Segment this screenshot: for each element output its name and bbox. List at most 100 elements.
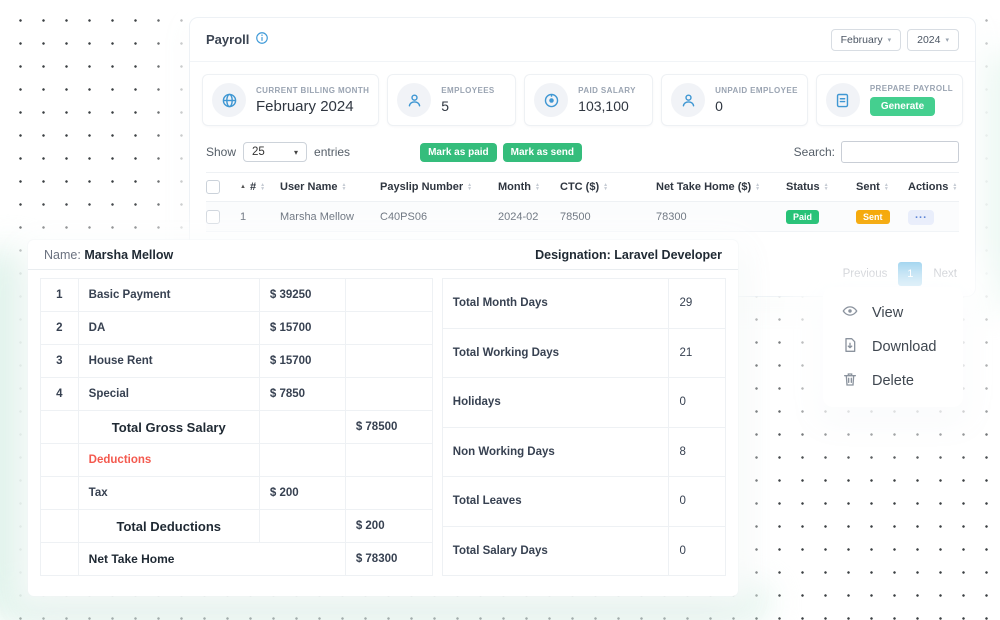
designation-label: Designation: (535, 248, 611, 262)
pagination-next[interactable]: Next (933, 268, 957, 280)
month-filter-value: February (841, 34, 883, 46)
stat-label: PAID SALARY (578, 86, 636, 95)
generate-button[interactable]: Generate (870, 97, 935, 116)
page-title: Payroll (206, 31, 269, 48)
eye-icon (842, 303, 858, 323)
column-header-status[interactable]: Status ▲▼ (786, 181, 856, 193)
pagination-previous[interactable]: Previous (843, 268, 888, 280)
year-filter-value: 2024 (917, 34, 940, 46)
payslip-panel: Name: Marsha Mellow Designation: Laravel… (28, 240, 738, 596)
sort-icon: ▲▼ (755, 183, 760, 191)
download-icon (842, 337, 858, 357)
menu-item-label: Delete (872, 373, 914, 389)
column-header-month[interactable]: Month ▲▼ (498, 181, 560, 193)
deductions-header-row: Deductions (41, 444, 433, 477)
entries-label: entries (314, 145, 350, 159)
row-status-cell: Paid (786, 210, 856, 224)
page-title-text: Payroll (206, 32, 249, 47)
sent-badge: Sent (856, 210, 890, 224)
employee-designation: Designation: Laravel Developer (535, 248, 722, 262)
row-actions-button[interactable]: ... (908, 210, 934, 225)
menu-item-view[interactable]: View (823, 296, 963, 330)
row-sent-cell: Sent (856, 210, 908, 224)
row-actions-cell: ... (908, 209, 959, 225)
column-header-actions[interactable]: Actions ▲▼ (908, 181, 959, 193)
stat-label: UNPAID EMPLOYEE (715, 86, 798, 95)
row-user-name: Marsha Mellow (280, 211, 380, 223)
user-icon (671, 83, 705, 117)
sort-icon: ▲▼ (535, 183, 540, 191)
table-row: 1 Marsha Mellow C40PS06 2024-02 78500 78… (206, 202, 959, 232)
column-header-user-name[interactable]: User Name ▲▼ (280, 181, 380, 193)
stat-value: 103,100 (578, 98, 636, 114)
search-input[interactable] (841, 141, 959, 163)
sort-icon: ▲▼ (884, 183, 889, 191)
table-header-row: ▲ # ▲▼ User Name ▲▼ Payslip Number ▲▼ Mo… (206, 172, 959, 202)
mark-as-paid-button[interactable]: Mark as paid (420, 143, 497, 162)
month-filter-dropdown[interactable]: February ▾ (831, 29, 902, 51)
name-value: Marsha Mellow (84, 248, 173, 262)
salary-total-row: Total Deductions $ 200 (41, 510, 433, 543)
sort-icon: ▲▼ (260, 183, 265, 191)
stat-current-billing-month: CURRENT BILLING MONTH February 2024 (202, 74, 379, 126)
column-header-payslip-number[interactable]: Payslip Number ▲▼ (380, 181, 498, 193)
sort-icon: ▲▼ (467, 183, 472, 191)
sort-icon: ▲▼ (824, 183, 829, 191)
salary-row: Tax $ 200 (41, 477, 433, 510)
stat-label: PREPARE PAYROLL (870, 84, 953, 93)
user-icon (397, 83, 431, 117)
chevron-down-icon: ▾ (888, 36, 892, 44)
salary-row: 2 DA $ 15700 (41, 312, 433, 345)
document-icon (826, 83, 860, 117)
stat-employees: EMPLOYEES 5 (387, 74, 516, 126)
stats-row: CURRENT BILLING MONTH February 2024 EMPL… (190, 62, 975, 136)
sort-icon: ▲▼ (603, 183, 608, 191)
menu-item-label: Download (872, 339, 937, 355)
row-num: 1 (240, 211, 280, 223)
row-month: 2024-02 (498, 211, 560, 223)
row-payslip-number: C40PS06 (380, 211, 498, 223)
menu-item-download[interactable]: Download (823, 330, 963, 364)
stat-label: EMPLOYEES (441, 86, 494, 95)
stat-paid-salary: PAID SALARY 103,100 (524, 74, 653, 126)
column-header-ctc[interactable]: CTC ($) ▲▼ (560, 181, 656, 193)
salary-row: 4 Special $ 7850 (41, 378, 433, 411)
days-row: Holidays 0 (442, 378, 725, 428)
row-checkbox[interactable] (206, 210, 220, 224)
mark-as-send-button[interactable]: Mark as send (503, 143, 582, 162)
column-header-sent[interactable]: Sent ▲▼ (856, 181, 908, 193)
coin-icon (534, 83, 568, 117)
pagination-page-1[interactable]: 1 (898, 262, 922, 286)
stat-value: February 2024 (256, 98, 369, 115)
status-badge: Paid (786, 210, 819, 224)
row-ctc: 78500 (560, 211, 656, 223)
payslip-header: Name: Marsha Mellow Designation: Laravel… (28, 240, 738, 270)
page-size-value: 25 (252, 146, 265, 158)
actions-dropdown-menu: View Download Delete (823, 287, 963, 407)
salary-total-row: Total Gross Salary $ 78500 (41, 411, 433, 444)
employee-name: Name: Marsha Mellow (44, 248, 173, 262)
menu-item-delete[interactable]: Delete (823, 364, 963, 398)
designation-value: Laravel Developer (614, 248, 722, 262)
chevron-down-icon: ▾ (945, 36, 949, 44)
year-filter-dropdown[interactable]: 2024 ▾ (907, 29, 959, 51)
net-take-home-row: Net Take Home $ 78300 (41, 543, 433, 576)
select-all-checkbox[interactable] (206, 180, 220, 194)
salary-row: 1 Basic Payment $ 39250 (41, 279, 433, 312)
column-header-net-take-home[interactable]: Net Take Home ($) ▲▼ (656, 181, 786, 193)
days-row: Total Month Days 29 (442, 279, 725, 329)
days-row: Total Salary Days 0 (442, 526, 725, 576)
payroll-page: { "icons": { "chevron_down": "▾", "sort_… (0, 0, 1000, 614)
info-icon[interactable] (255, 31, 269, 48)
globe-icon (212, 83, 246, 117)
row-checkbox-cell (206, 210, 240, 224)
salary-table: 1 Basic Payment $ 39250 2 DA $ 15700 3 H… (40, 278, 433, 576)
select-all-checkbox-cell (206, 180, 240, 194)
sort-icon: ▲▼ (341, 183, 346, 191)
days-table: Total Month Days 29 Total Working Days 2… (442, 278, 726, 576)
column-header-num[interactable]: ▲ # ▲▼ (240, 181, 280, 193)
sort-ascending-icon: ▲ (240, 184, 246, 190)
page-size-select[interactable]: 25 ▾ (243, 142, 307, 162)
search-label: Search: (794, 145, 835, 159)
trash-icon (842, 371, 858, 391)
